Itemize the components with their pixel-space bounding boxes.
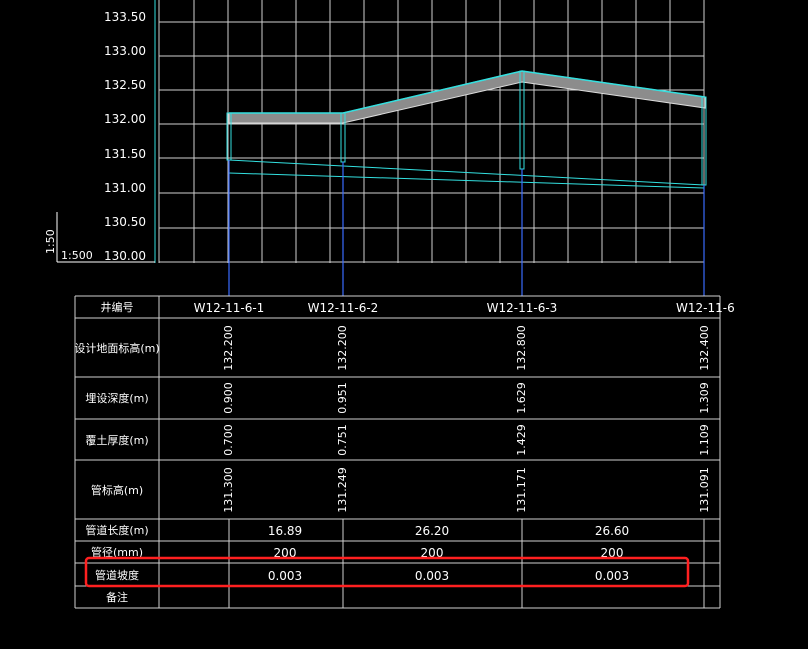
pipe-elev-value: 131.171	[515, 467, 528, 513]
pipe-length-value: 16.89	[268, 524, 302, 538]
horizontal-scale-label: 1:500	[61, 249, 93, 262]
row-label-pipe-length: 管道长度(m)	[85, 523, 148, 537]
pipe-length-value: 26.20	[415, 524, 449, 538]
y-tick-label: 131.00	[104, 181, 146, 195]
pipe-profile-drawing: 133.50 133.00 132.50 132.00 131.50 131.0…	[0, 0, 808, 649]
row-label-well-id: 井编号	[101, 300, 134, 314]
pipe-elev-value: 131.300	[222, 467, 235, 513]
well-id: W12-11-6-3	[487, 301, 558, 315]
row-label-remarks: 备注	[106, 590, 128, 604]
well-id: W12-11-6	[676, 301, 735, 315]
y-tick-label: 132.50	[104, 78, 146, 92]
cover-depth-value: 1.429	[515, 424, 528, 456]
slope-value: 0.003	[415, 569, 449, 583]
y-tick-label: 133.00	[104, 44, 146, 58]
ground-elev-value: 132.400	[698, 325, 711, 371]
cover-depth-value: 0.700	[222, 424, 235, 456]
y-tick-label: 131.50	[104, 147, 146, 161]
pipe-elev-value: 131.091	[698, 467, 711, 513]
y-tick-label: 130.50	[104, 215, 146, 229]
slope-value: 0.003	[595, 569, 629, 583]
well-id: W12-11-6-2	[308, 301, 379, 315]
y-tick-label: 133.50	[104, 10, 146, 24]
row-label-ground-elev: 设计地面标高(m)	[74, 341, 159, 355]
row-label-burial-depth: 埋设深度(m)	[85, 391, 148, 405]
burial-depth-value: 1.309	[698, 382, 711, 414]
pipe-elev-value: 131.249	[336, 467, 349, 513]
burial-depth-value: 0.900	[222, 382, 235, 414]
burial-depth-value: 0.951	[336, 382, 349, 414]
ground-elev-value: 132.800	[515, 325, 528, 371]
ground-elev-value: 132.200	[222, 325, 235, 371]
row-label-slope: 管道坡度	[95, 568, 139, 582]
well-id: W12-11-6-1	[194, 301, 265, 315]
cover-depth-value: 1.109	[698, 424, 711, 456]
ground-elev-value: 132.200	[336, 325, 349, 371]
burial-depth-value: 1.629	[515, 382, 528, 414]
slope-value: 0.003	[268, 569, 302, 583]
y-tick-label: 130.00	[104, 249, 146, 263]
pipe-length-value: 26.60	[595, 524, 629, 538]
row-label-cover-depth: 覆土厚度(m)	[85, 433, 148, 447]
row-label-pipe-elev: 管标高(m)	[91, 483, 143, 497]
cover-depth-value: 0.751	[336, 424, 349, 456]
vertical-scale-label: 1:50	[44, 229, 57, 254]
y-tick-label: 132.00	[104, 112, 146, 126]
